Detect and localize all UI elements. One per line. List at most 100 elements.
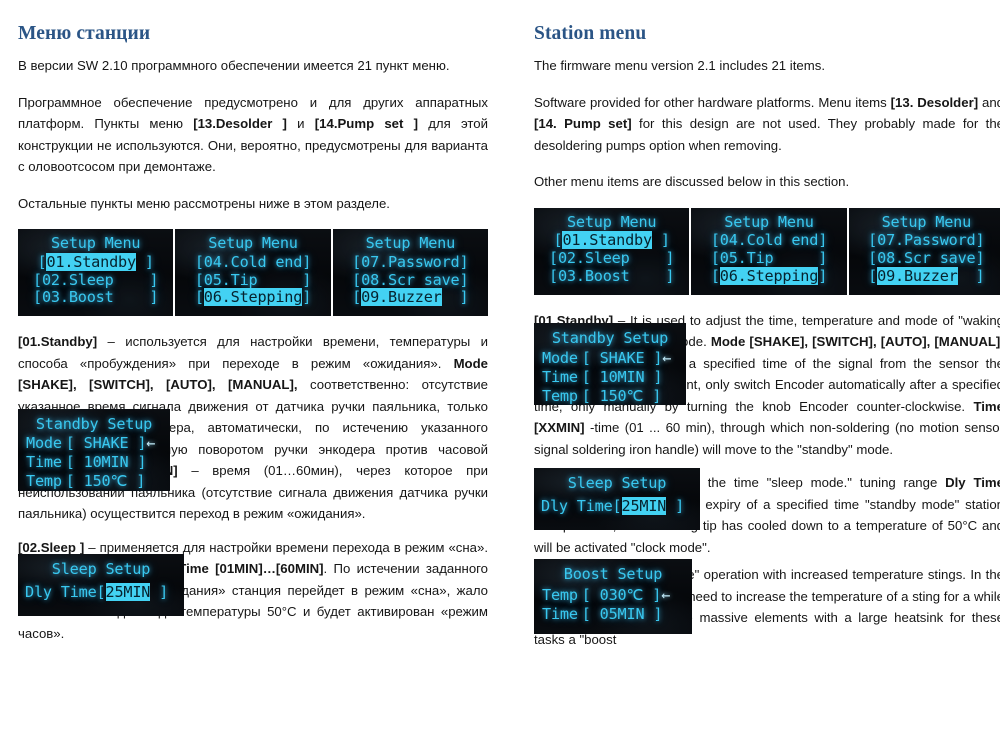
left-arrow-icon: ← [146, 434, 156, 453]
bracket-open: [ [33, 288, 42, 307]
lcd-row-label: 04.Cold end [719, 231, 819, 250]
lcd-row-label: 03.Boost [557, 266, 630, 285]
lcd-row-label: 05.Tip [719, 249, 774, 268]
lcd-menu-row: [04.Cold end] [175, 252, 330, 271]
lcd-menu-row: [01.Standby ] [534, 231, 689, 250]
row-value: [ 10MIN ] [65, 453, 147, 472]
row-label: Time [542, 367, 578, 386]
bracket-open: [ [710, 266, 720, 285]
lcd-menu-row: [06.Stepping] [691, 266, 846, 285]
bracket-open: [ [549, 266, 558, 285]
bracket-close: ] [656, 266, 675, 285]
lcd-menu-row: [08.Scr save] [333, 270, 488, 289]
lcd-title: Sleep Setup [51, 560, 151, 579]
lcd-row-label: 07.Password [361, 252, 460, 271]
row-label: Dly Time[ [25, 582, 106, 601]
other-items-paragraph-en: Other menu items are discussed below in … [534, 174, 850, 189]
standby-block-ru: [01.Standby] – используется для настройк… [18, 331, 488, 527]
pad [630, 249, 657, 267]
lcd-menu-row: [01.Standby ] [18, 252, 173, 271]
lcd-menu-row: [07.Password] [333, 252, 488, 271]
lcd-setup-menu-page1-en: Setup Menu [01.Standby ] [02.Sleep ] [03… [534, 208, 690, 295]
bracket-close: ] [818, 266, 828, 285]
desolder-item-en: [13. Desolder] [890, 94, 979, 110]
lcd-row-label: 09.Buzzer [877, 266, 958, 285]
lcd-standby-setup-en: Standby Setup Mode[ SHAKE ]← Time[ 10MIN… [534, 323, 686, 405]
bracket-open: [ [549, 249, 558, 268]
other-items-paragraph-ru: Остальные пункты меню рассмотрены ниже в… [18, 195, 390, 211]
bracket-open: [ [352, 252, 362, 271]
lcd-standby-setup-ru: Standby Setup Mode[ SHAKE ]← Time[ 10MIN… [18, 409, 170, 491]
bracket-close: ] [459, 288, 469, 307]
bracket-open: [ [868, 266, 878, 285]
pad [958, 267, 976, 285]
pumpset-item-ru: [14.Pump set ] [314, 116, 419, 131]
lcd-row-label: 08.Scr save [361, 270, 460, 289]
page-title-russian: Меню станции [18, 23, 151, 44]
lcd-menu-row: [03.Boost ] [18, 288, 173, 307]
bracket-close: ] [975, 231, 985, 250]
lcd-row-label: 08.Scr save [877, 249, 976, 268]
lcd-row-label: 05.Tip [203, 270, 258, 289]
bracket-close: ] [302, 270, 312, 289]
lcd-standby-time-row: Time[ 10MIN ] [534, 367, 686, 386]
lcd-menu-row: [09.Buzzer ] [333, 288, 488, 307]
lcd-title: Sleep Setup [567, 474, 667, 493]
bracket-close: ] [459, 270, 469, 289]
boost-block-en: [03.Boost ] – "Boost mode" operation wit… [534, 564, 1000, 650]
lcd-row-label: 02.Sleep [557, 249, 630, 268]
pad [630, 267, 657, 285]
platforms-text-a: Software provided for other hardware pla… [534, 94, 891, 110]
row-label: Time [26, 453, 62, 472]
standby-mode-key-en: Mode [710, 334, 746, 350]
bracket-close: ] [140, 288, 159, 307]
lcd-menu-row: [05.Tip ] [691, 249, 846, 268]
lcd-title: Setup Menu [724, 212, 814, 231]
bracket-close: ] [302, 288, 312, 307]
standby-block-en: [01.Standby] – It is used to adjust the … [534, 310, 1000, 463]
left-arrow-icon: ← [661, 585, 671, 604]
sleep-menu-key-ru: [02.Sleep ] [18, 539, 85, 555]
document-page: Меню станции В версии SW 2.10 программно… [0, 0, 1000, 750]
platforms-text-c: and [981, 94, 1000, 110]
bracket-close: ] [666, 496, 685, 515]
bracket-close: ] [459, 252, 469, 271]
pumpset-item-en: [14. Pump set] [534, 116, 632, 131]
lcd-sleep-setup-ru: Sleep Setup Dly Time[25MIN ] [18, 554, 184, 616]
row-label: Mode [26, 434, 62, 453]
bracket-open: [ [868, 231, 878, 250]
row-label: Time [542, 604, 578, 623]
lcd-sleep-dly-row: Dly Time[25MIN ] [534, 496, 700, 515]
bracket-close: ] [818, 231, 828, 250]
row-value: [ SHAKE ] [65, 434, 147, 453]
lcd-title: Setup Menu [365, 234, 456, 252]
lcd-title: Setup Menu [208, 234, 298, 252]
lcd-title: Setup Menu [50, 234, 141, 252]
row-value: 25MIN [105, 582, 151, 601]
sleep-block-ru: [02.Sleep ] – применяется для настройки … [18, 537, 488, 645]
lcd-boost-time-row: Time[ 05MIN ] [534, 604, 692, 623]
lcd-title: Standby Setup [35, 414, 153, 433]
bracket-close: ] [140, 270, 159, 289]
bracket-close: ] [975, 249, 985, 268]
lcd-row-label: 01.Standby [562, 231, 652, 250]
lcd-menu-row: [03.Boost ] [534, 266, 689, 285]
bracket-open: [ [194, 252, 204, 271]
bracket-open: [ [194, 288, 204, 307]
bracket-open: [ [352, 288, 362, 307]
lcd-row-label: 07.Password [877, 231, 976, 250]
pad [257, 271, 302, 289]
row-value: [ SHAKE ] [581, 348, 663, 367]
platforms-text-c: и [286, 116, 315, 131]
bracket-close: ] [656, 249, 675, 268]
sleep-block-en: [02.Sleep ] – used to set the time "slee… [534, 472, 1000, 558]
row-value: [ 05MIN ] [581, 604, 663, 623]
row-label: Dly Time[ [541, 496, 622, 515]
platforms-paragraph-ru: Программное обеспечение предусмотрено и … [18, 92, 488, 178]
row-label: Temp [542, 585, 578, 604]
standby-modes-list-en: [SHAKE], [SWITCH], [AUTO], [MANUAL], [749, 334, 1000, 350]
lcd-standby-temp-row: Temp[ 150℃ ] [534, 388, 686, 405]
bracket-open: [ [710, 249, 720, 268]
bracket-open: [ [33, 270, 42, 289]
bracket-close: ] [651, 231, 670, 250]
